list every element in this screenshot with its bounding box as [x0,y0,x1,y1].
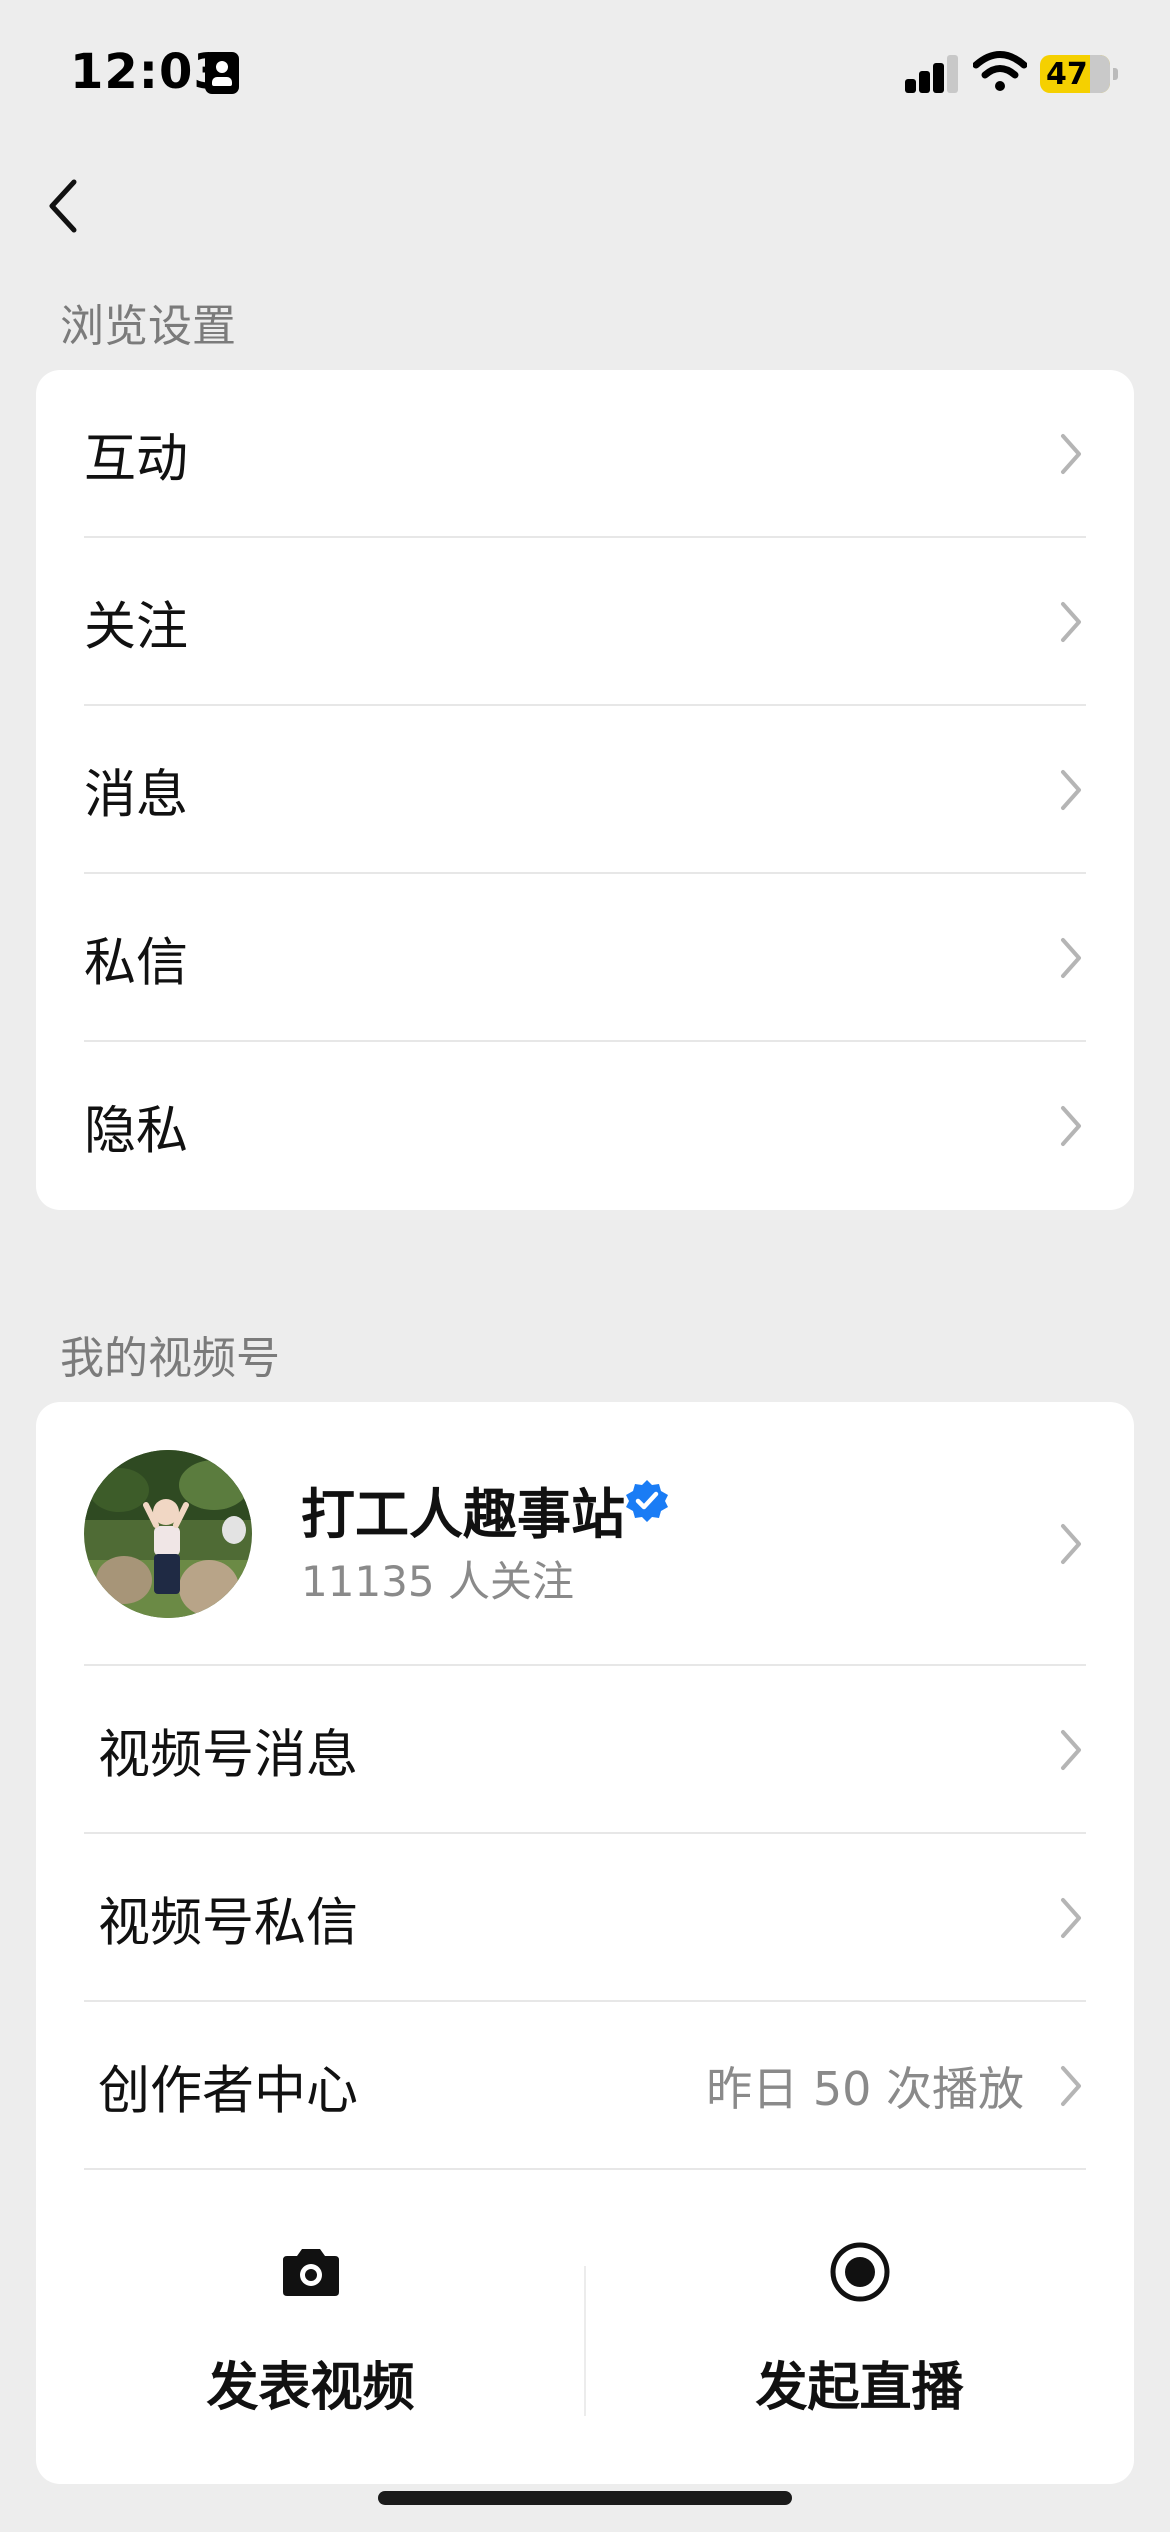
channel-profile-row[interactable]: 打工人趣事站 11135 人关注 [36,1402,1134,1666]
chevron-right-icon [1061,602,1081,642]
channel-item-messages[interactable]: 视频号消息 [36,1666,1134,1834]
settings-item-follow[interactable]: 关注 [36,538,1134,706]
settings-item-direct-messages[interactable]: 私信 [36,874,1134,1042]
verified-badge-icon [626,1480,668,1522]
channel-item-label: 视频号消息 [98,1725,359,1786]
start-live-button[interactable]: 发起直播 [585,2170,1134,2478]
wifi-icon [973,51,1027,91]
settings-item-label: 关注 [84,597,189,658]
channel-item-creator-center[interactable]: 创作者中心 昨日 50 次播放 [36,2002,1134,2170]
live-icon [830,2242,889,2302]
settings-item-interaction[interactable]: 互动 [36,370,1134,538]
settings-item-label: 隐私 [84,1101,189,1162]
contact-card-icon [205,52,239,94]
settings-item-messages[interactable]: 消息 [36,706,1134,874]
battery-icon: 47 [1040,55,1118,93]
back-chevron-icon[interactable] [44,176,84,236]
channel-item-direct-messages[interactable]: 视频号私信 [36,1834,1134,2002]
channel-actions: 发表视频 发起直播 [36,2170,1134,2478]
settings-item-label: 消息 [84,765,189,826]
cellular-signal-icon [905,55,960,93]
settings-item-privacy[interactable]: 隐私 [36,1042,1134,1210]
browse-settings-title: 浏览设置 [60,301,236,352]
chevron-right-icon [1061,770,1081,810]
follower-count: 11135 人关注 [301,1557,574,1606]
my-channel-title: 我的视频号 [60,1333,280,1384]
home-indicator[interactable] [378,2491,792,2505]
status-bar: 12:03 47 [0,0,1170,150]
post-video-label: 发表视频 [206,2358,415,2418]
chevron-right-icon [1061,938,1081,978]
channel-item-label: 视频号私信 [98,1893,359,1954]
chevron-right-icon [1061,1524,1081,1564]
settings-item-label: 私信 [84,933,189,994]
camera-icon [282,2249,339,2296]
creator-center-stats: 昨日 50 次播放 [706,2062,1024,2116]
chevron-right-icon [1061,1730,1081,1770]
channel-name: 打工人趣事站 [301,1483,625,1546]
chevron-right-icon [1061,1106,1081,1146]
chevron-right-icon [1061,1898,1081,1938]
battery-level: 47 [1046,57,1088,92]
settings-item-label: 互动 [84,429,189,490]
chevron-right-icon [1061,434,1081,474]
my-channel-card: 打工人趣事站 11135 人关注 视频号消息 视频号私信 创作者中心 昨日 50… [36,1402,1134,2484]
browse-settings-card: 互动 关注 消息 私信 隐私 [36,370,1134,1210]
avatar [84,1450,252,1618]
chevron-right-icon [1061,2066,1081,2106]
post-video-button[interactable]: 发表视频 [36,2170,585,2478]
channel-item-label: 创作者中心 [98,2061,359,2122]
start-live-label: 发起直播 [755,2358,964,2418]
